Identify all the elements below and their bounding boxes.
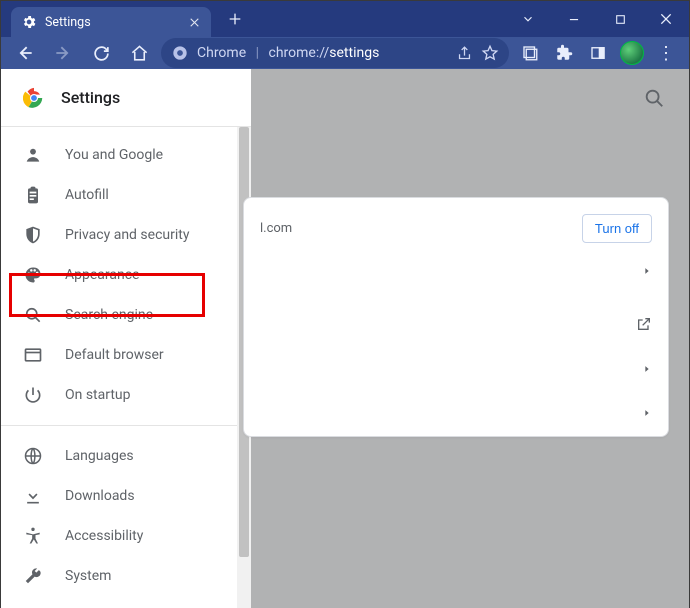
- card-row-5[interactable]: [260, 408, 652, 418]
- back-button[interactable]: [9, 37, 41, 69]
- tab-settings[interactable]: Settings: [11, 7, 211, 37]
- sidebar-item-label: Privacy and security: [65, 227, 189, 243]
- person-icon: [23, 145, 43, 165]
- chevron-right-icon: [642, 364, 652, 374]
- sidebar-list: You and Google Autofill Privacy and secu…: [1, 127, 251, 608]
- chrome-logo-icon: [171, 44, 189, 62]
- chrome-logo-icon: [23, 87, 45, 109]
- settings-card: l.com Turn off: [243, 197, 669, 437]
- profile-avatar[interactable]: [617, 37, 647, 69]
- power-icon: [23, 385, 43, 405]
- sidebar-item-privacy-security[interactable]: Privacy and security: [1, 215, 243, 255]
- browser-window: Settings: [0, 0, 690, 608]
- reload-button[interactable]: [85, 37, 117, 69]
- card-row-2[interactable]: [260, 266, 652, 276]
- extensions-icon[interactable]: [549, 37, 579, 69]
- sidebar-item-downloads[interactable]: Downloads: [1, 476, 243, 516]
- clipboard-icon: [23, 185, 43, 205]
- close-tab-icon[interactable]: [188, 16, 201, 29]
- card-row-sync: l.com Turn off: [260, 210, 652, 246]
- email-fragment-text: l.com: [260, 221, 292, 236]
- sidebar-item-system[interactable]: System: [1, 556, 243, 596]
- shield-icon: [23, 225, 43, 245]
- sidebar-item-label: Accessibility: [65, 528, 143, 544]
- sidebar-item-reset-cleanup[interactable]: Reset and clean up: [1, 596, 243, 608]
- wrench-icon: [23, 566, 43, 586]
- sidebar-item-you-and-google[interactable]: You and Google: [1, 135, 243, 175]
- gear-icon: [21, 14, 37, 30]
- browser-icon: [23, 345, 43, 365]
- search-settings-button[interactable]: [643, 87, 665, 109]
- content-area: Settings You and Google Autofill Privacy…: [1, 69, 689, 608]
- sidebar-item-label: On startup: [65, 387, 131, 403]
- tab-overview-icon[interactable]: [515, 37, 545, 69]
- accessibility-icon: [23, 526, 43, 546]
- avatar-icon: [620, 41, 644, 65]
- address-path: settings: [329, 45, 379, 61]
- globe-icon: [23, 446, 43, 466]
- chevron-right-icon: [642, 266, 652, 276]
- search-icon: [23, 305, 43, 325]
- palette-icon: [23, 265, 43, 285]
- browser-toolbar: Chrome | chrome://settings: [1, 37, 689, 69]
- main-overlay: l.com Turn off: [251, 69, 689, 608]
- sidebar-item-label: System: [65, 568, 111, 584]
- menu-button[interactable]: ⋮: [651, 37, 681, 69]
- turn-off-button[interactable]: Turn off: [582, 214, 652, 243]
- sidebar-item-on-startup[interactable]: On startup: [1, 375, 243, 415]
- maximize-button[interactable]: [597, 1, 643, 37]
- sidebar-item-languages[interactable]: Languages: [1, 436, 243, 476]
- home-button[interactable]: [123, 37, 155, 69]
- open-external-icon: [636, 316, 652, 332]
- settings-sidebar: Settings You and Google Autofill Privacy…: [1, 69, 251, 608]
- sidebar-header: Settings: [1, 69, 251, 127]
- sidebar-item-label: Search engine: [65, 307, 153, 323]
- sidebar-separator: [1, 425, 251, 426]
- sidebar-item-search-engine[interactable]: Search engine: [1, 295, 243, 335]
- new-tab-button[interactable]: [221, 11, 249, 27]
- address-text: Chrome | chrome://settings: [197, 45, 379, 61]
- sidebar-item-label: Downloads: [65, 488, 135, 504]
- tab-strip: Settings: [1, 1, 249, 37]
- sidebar-item-label: Autofill: [65, 187, 109, 203]
- download-icon: [23, 486, 43, 506]
- minimize-button[interactable]: [551, 1, 597, 37]
- sidebar-item-label: Appearance: [65, 267, 139, 283]
- close-window-button[interactable]: [643, 1, 689, 37]
- sidebar-item-autofill[interactable]: Autofill: [1, 175, 243, 215]
- share-icon[interactable]: [456, 45, 473, 62]
- side-panel-icon[interactable]: [583, 37, 613, 69]
- card-row-3[interactable]: [260, 316, 652, 332]
- sidebar-item-default-browser[interactable]: Default browser: [1, 335, 243, 375]
- forward-button[interactable]: [47, 37, 79, 69]
- sidebar-item-label: Languages: [65, 448, 134, 464]
- bookmark-star-icon[interactable]: [481, 44, 499, 62]
- card-row-4[interactable]: [260, 364, 652, 374]
- sidebar-item-label: Default browser: [65, 347, 164, 363]
- toolbar-right-icons: ⋮: [515, 37, 681, 69]
- window-controls: [505, 1, 689, 37]
- chevron-down-icon[interactable]: [505, 1, 551, 37]
- titlebar: Settings: [1, 1, 689, 37]
- sidebar-item-accessibility[interactable]: Accessibility: [1, 516, 243, 556]
- chevron-right-icon: [642, 408, 652, 418]
- tab-title: Settings: [45, 15, 91, 30]
- sidebar-item-label: You and Google: [65, 147, 163, 163]
- sidebar-title: Settings: [61, 88, 120, 107]
- address-prefix: Chrome: [197, 45, 246, 61]
- address-bar[interactable]: Chrome | chrome://settings: [161, 38, 509, 68]
- address-proto: chrome://: [269, 45, 330, 61]
- sidebar-item-appearance[interactable]: Appearance: [1, 255, 243, 295]
